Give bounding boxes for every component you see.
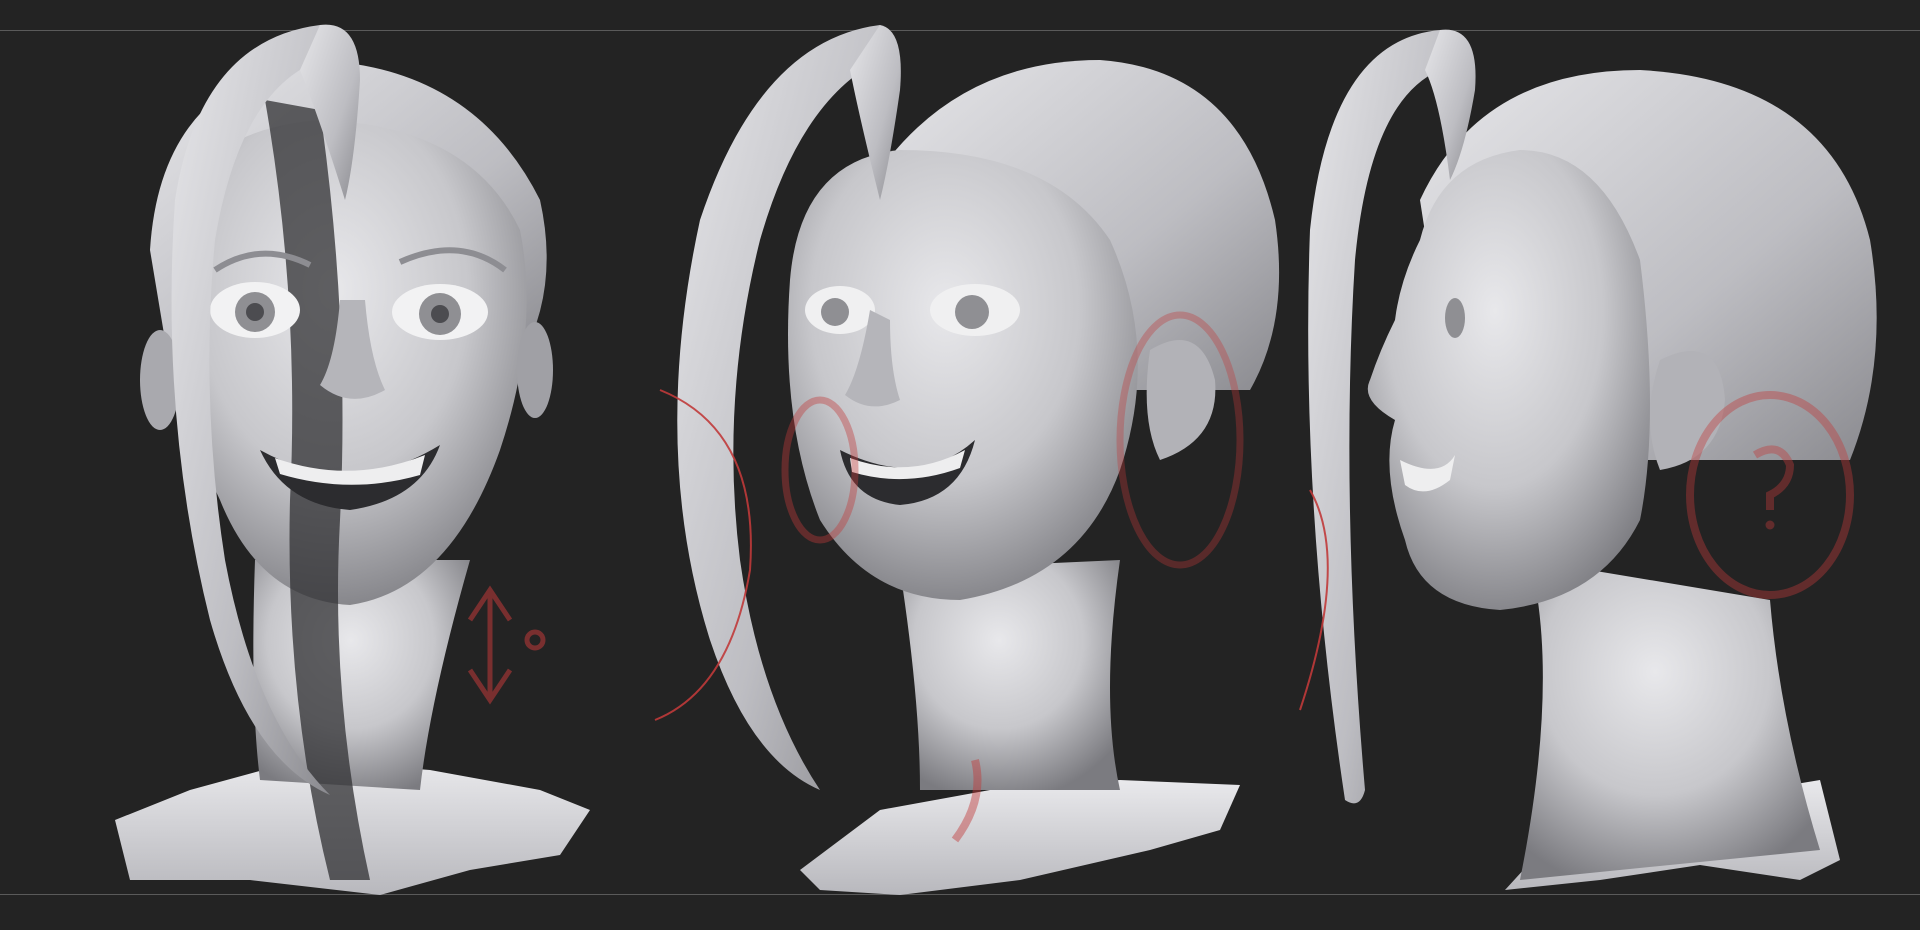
sculpt-viewport[interactable]: [0, 0, 1920, 930]
head-view-front: [115, 24, 590, 895]
head-view-side: [1299, 29, 1877, 890]
sculpt-render: [115, 24, 1877, 895]
arrow-annotation-icon: [467, 585, 546, 705]
head-view-three-quarter: [654, 25, 1280, 895]
